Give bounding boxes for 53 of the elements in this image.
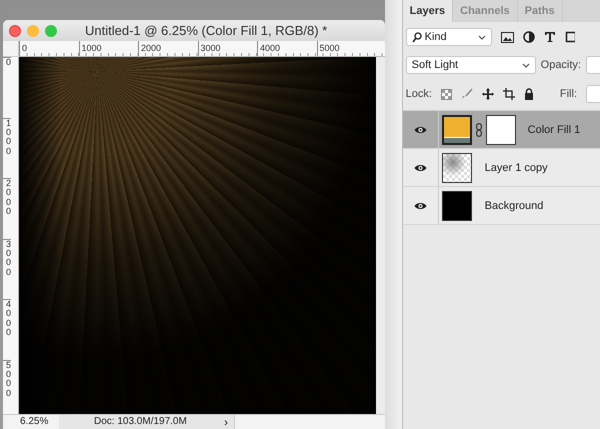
layer-thumbnail [442, 190, 472, 220]
document-size: Doc: 103.0M/197.0M [94, 415, 187, 429]
fill-label: Fill: [560, 88, 577, 100]
layer-name[interactable]: Color Fill 1 [528, 124, 580, 136]
eye-icon[interactable] [414, 202, 427, 210]
shape-icon[interactable] [564, 31, 575, 43]
ruler-label: 2000 [3, 178, 11, 238]
lock-label: Lock: [406, 88, 432, 100]
ruler-label: 4000 [3, 299, 11, 360]
filter-value: Kind [424, 31, 447, 43]
image-icon[interactable] [500, 32, 514, 42]
scroll-bar[interactable] [376, 57, 385, 414]
layer-row[interactable]: Layer 1 copy [402, 149, 600, 187]
ruler-label: 0 [19, 41, 78, 56]
blend-mode-dropdown[interactable]: Soft Light [406, 56, 536, 74]
chevron-icon [522, 62, 530, 68]
panel-tab[interactable]: Layers [402, 0, 454, 22]
search-icon [412, 32, 422, 42]
window-title: Untitled-1 @ 6.25% (Color Fill 1, RGB/8) * [85, 23, 328, 38]
layer-name[interactable]: Layer 1 copy [484, 162, 548, 174]
mask-thumbnail [486, 114, 516, 144]
layer-row[interactable]: Color Fill 1 [402, 111, 600, 149]
ruler-label: 1000 [3, 118, 11, 178]
ruler-label: 2000 [138, 41, 198, 56]
eye-icon[interactable] [414, 126, 427, 134]
eye-icon[interactable] [414, 164, 427, 172]
layer-row[interactable]: Background [402, 187, 600, 225]
brush-icon[interactable] [460, 88, 473, 100]
move-icon[interactable] [482, 88, 494, 100]
crop-icon[interactable] [502, 88, 515, 100]
fill-layer-thumbnail [442, 114, 472, 144]
fill-field[interactable] [586, 85, 600, 103]
type-icon[interactable] [544, 31, 556, 43]
checkerboard-icon[interactable] [440, 88, 452, 100]
link-icon [476, 122, 482, 136]
chevron-icon [478, 34, 486, 40]
close-icon[interactable] [9, 24, 21, 36]
arrow-icon[interactable]: › [224, 415, 228, 429]
layer-thumbnail [442, 152, 472, 182]
opacity-label: Opacity: [540, 59, 581, 71]
ruler-label: 3000 [198, 41, 257, 56]
opacity-field[interactable] [586, 56, 600, 74]
ruler-label: 5000 [316, 41, 376, 56]
ruler-label: 1000 [78, 41, 138, 56]
lock-icon[interactable] [524, 88, 534, 100]
filter-dropdown[interactable]: Kind [406, 28, 492, 46]
ruler-label: 4000 [257, 41, 316, 56]
ruler-label: 0 [3, 57, 11, 118]
half-circle-icon[interactable] [522, 31, 535, 43]
blend-mode-value: Soft Light [412, 59, 458, 71]
document-info[interactable]: Doc: 103.0M/197.0M › [59, 415, 235, 429]
ruler-label: 3000 [3, 238, 11, 299]
layer-name[interactable]: Background [484, 200, 544, 212]
